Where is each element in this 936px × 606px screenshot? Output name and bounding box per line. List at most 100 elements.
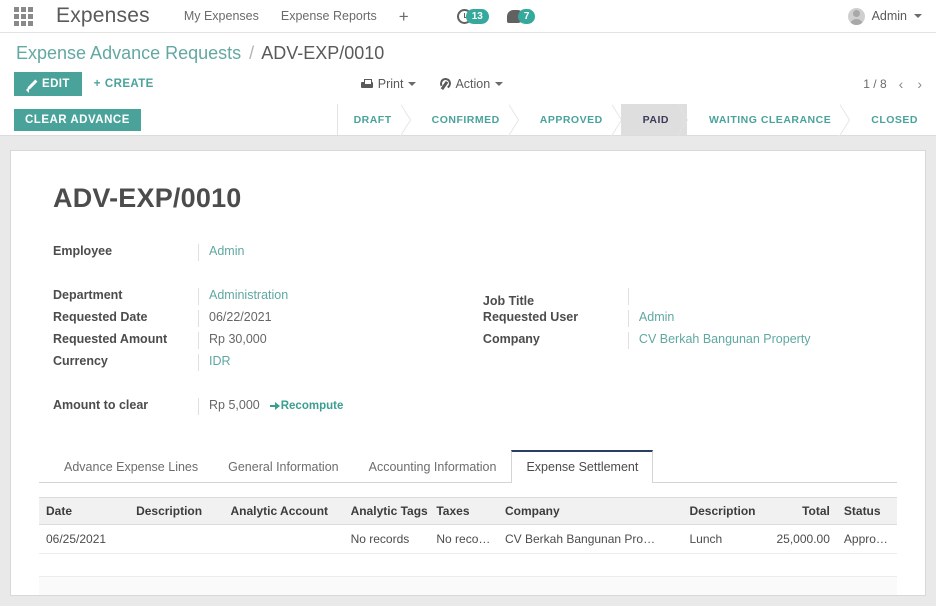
form-fields-main: Department Administration Requested Date… (53, 288, 897, 376)
notebook-tabs: Advance Expense Lines General Informatio… (39, 450, 897, 483)
column-header-analytic-account[interactable]: Analytic Account (223, 497, 344, 525)
chevron-down-icon (914, 14, 922, 18)
tab-accounting-information[interactable]: Accounting Information (354, 450, 512, 483)
clear-advance-button[interactable]: CLEAR ADVANCE (14, 108, 141, 131)
status-stage-paid[interactable]: PAID (620, 104, 689, 136)
pager-next-icon[interactable]: › (917, 76, 922, 92)
column-header-analytic-tags[interactable]: Analytic Tags (343, 497, 430, 525)
plus-icon: + (93, 78, 101, 90)
pager-previous-icon[interactable]: ‹ (899, 76, 904, 92)
page-title: ADV-EXP/0010 (53, 183, 242, 213)
field-value-currency[interactable]: IDR (198, 354, 475, 371)
control-panel-dropdowns: Print Action (360, 77, 504, 91)
field-value-department[interactable]: Administration (198, 288, 475, 305)
cell-total: 25,000.00 (768, 524, 837, 554)
form-fields-employee: Employee Admin (53, 244, 897, 288)
field-value-requested-user[interactable]: Admin (627, 310, 897, 327)
form-column-left: Department Administration Requested Date… (53, 288, 475, 376)
status-stage-waiting-clearance[interactable]: WAITING CLEARANCE (686, 104, 851, 136)
messages-count-badge: 7 (517, 8, 536, 24)
apps-grid-icon[interactable] (14, 5, 40, 27)
action-label: Action (455, 77, 491, 91)
notebook: Advance Expense Lines General Informatio… (39, 450, 897, 595)
top-navbar: Expenses My Expenses Expense Reports + 1… (0, 0, 936, 33)
cell-company: CV Berkah Bangunan Pro… (497, 524, 683, 554)
field-label-job-title: Job Title (482, 294, 535, 308)
column-header-company[interactable]: Company (497, 497, 683, 525)
activities-menu[interactable]: 13 (456, 8, 489, 24)
cell-analytic-account (223, 524, 344, 554)
print-dropdown[interactable]: Print (360, 77, 417, 91)
column-header-total[interactable]: Total (768, 497, 837, 525)
field-label-requested-amount: Requested Amount (53, 332, 168, 346)
user-menu[interactable]: Admin (847, 7, 922, 25)
column-header-taxes[interactable]: Taxes (429, 497, 498, 525)
recompute-button[interactable]: Recompute (269, 400, 344, 412)
edit-button-label: EDIT (42, 78, 70, 90)
expense-settlement-table: Date Description Analytic Account Analyt… (39, 497, 897, 595)
status-stage-draft[interactable]: DRAFT (337, 104, 411, 136)
column-header-description-2[interactable]: Description (682, 497, 769, 525)
breadcrumb-row: Expense Advance Requests / ADV-EXP/0010 (0, 33, 936, 72)
navbar-menu: My Expenses Expense Reports + (184, 8, 409, 25)
user-menu-label: Admin (871, 9, 907, 23)
table-empty-row (39, 553, 897, 577)
systray: 13 7 (456, 8, 536, 24)
table-header-row: Date Description Analytic Account Analyt… (39, 497, 897, 525)
app-brand-title[interactable]: Expenses (56, 4, 150, 28)
wrench-icon (438, 78, 450, 90)
table-row[interactable]: 06/25/2021 No records No records CV Berk… (39, 524, 897, 554)
status-row: CLEAR ADVANCE DRAFT CONFIRMED APPROVED P… (0, 104, 936, 136)
create-button-label: CREATE (104, 78, 154, 90)
pager-value: 1 / 8 (863, 77, 887, 91)
arrow-right-icon (269, 401, 280, 410)
column-header-date[interactable]: Date (39, 497, 130, 525)
form-fields-amount-to-clear: Amount to clear Rp 5,000 Recompute (53, 398, 897, 420)
chevron-down-icon (495, 82, 504, 86)
tab-expense-settlement[interactable]: Expense Settlement (511, 450, 654, 483)
field-label-currency: Currency (53, 354, 108, 368)
edit-button[interactable]: EDIT (14, 72, 82, 96)
field-value-requested-date: 06/22/2021 (198, 310, 475, 327)
pencil-icon (26, 79, 37, 93)
field-label-department: Department (53, 288, 123, 302)
messages-menu[interactable]: 7 (506, 8, 536, 24)
cell-description-2: Lunch (682, 524, 769, 554)
control-panel: EDIT + CREATE Print Action 1 / 8 ‹ › (0, 72, 936, 104)
status-stage-approved[interactable]: APPROVED (517, 104, 622, 136)
status-stage-closed[interactable]: CLOSED (849, 104, 936, 135)
field-label-company: Company (482, 332, 540, 346)
field-label-requested-date: Requested Date (53, 310, 148, 324)
form-sheet: ADV-EXP/0010 Employee Admin Department A… (10, 150, 926, 596)
breadcrumb-separator: / (249, 43, 255, 63)
tab-advance-expense-lines[interactable]: Advance Expense Lines (49, 450, 213, 483)
print-label: Print (377, 77, 404, 91)
form-column-right: Job Title Requested User Admin Company C… (475, 288, 897, 376)
column-header-status[interactable]: Status (836, 497, 897, 525)
cell-date: 06/25/2021 (39, 524, 130, 554)
cell-taxes: No records (429, 524, 498, 554)
tab-general-information[interactable]: General Information (213, 450, 353, 483)
table-empty-row (39, 576, 897, 595)
column-header-description[interactable]: Description (129, 497, 224, 525)
field-label-employee: Employee (53, 244, 113, 258)
field-value-employee[interactable]: Admin (198, 244, 475, 261)
field-value-company[interactable]: CV Berkah Bangunan Property (627, 332, 897, 349)
nav-item-my-expenses[interactable]: My Expenses (184, 9, 259, 23)
nav-item-expense-reports[interactable]: Expense Reports (281, 9, 377, 23)
status-stage-confirmed[interactable]: CONFIRMED (409, 104, 519, 136)
breadcrumb-current: ADV-EXP/0010 (261, 43, 385, 63)
printer-icon (360, 78, 373, 90)
cell-status: Approved (836, 524, 897, 554)
amount-to-clear-amount: Rp 5,000 (209, 398, 260, 412)
field-label-requested-user: Requested User (482, 310, 579, 324)
cell-analytic-tags: No records (343, 524, 430, 554)
statusbar: DRAFT CONFIRMED APPROVED PAID WAITING CL… (336, 104, 936, 136)
create-button[interactable]: + CREATE (82, 72, 166, 96)
breadcrumb: Expense Advance Requests / ADV-EXP/0010 (16, 43, 920, 64)
activities-count-badge: 13 (465, 8, 489, 24)
action-dropdown[interactable]: Action (438, 77, 504, 91)
recompute-label: Recompute (280, 400, 344, 412)
nav-add-icon[interactable]: + (399, 8, 409, 25)
breadcrumb-parent-link[interactable]: Expense Advance Requests (16, 43, 241, 63)
